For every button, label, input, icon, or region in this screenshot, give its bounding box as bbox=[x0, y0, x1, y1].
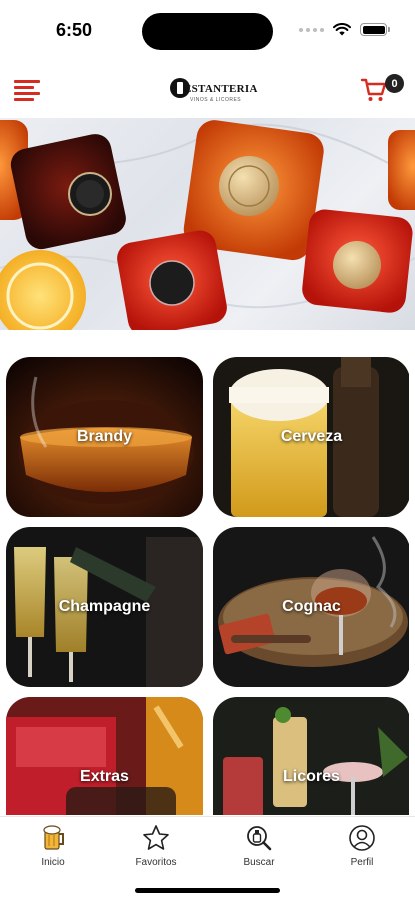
category-label: Brandy bbox=[76, 428, 133, 445]
category-card-extras[interactable]: Extras bbox=[6, 697, 203, 815]
home-indicator[interactable] bbox=[135, 888, 280, 893]
tab-label: Inicio bbox=[41, 857, 65, 868]
cart-count-badge: 0 bbox=[385, 74, 404, 93]
category-label: Cerveza bbox=[280, 428, 343, 445]
cart-icon bbox=[360, 78, 387, 101]
search-bottle-icon bbox=[247, 826, 272, 851]
category-label: Champagne bbox=[58, 598, 151, 615]
tab-inicio[interactable]: Inicio bbox=[13, 823, 93, 875]
liqueurs-photo bbox=[213, 697, 409, 815]
tab-buscar[interactable]: Buscar bbox=[219, 823, 299, 875]
status-bar: 6:50 bbox=[0, 0, 415, 62]
tab-perfil[interactable]: Perfil bbox=[322, 823, 402, 875]
beer-mug-icon bbox=[43, 825, 64, 850]
menu-button[interactable] bbox=[14, 80, 42, 102]
star-icon bbox=[143, 825, 169, 850]
whisky-bottles-photo bbox=[0, 120, 415, 330]
status-time: 6:50 bbox=[56, 20, 93, 40]
logo-title: ESTANTERIA bbox=[184, 83, 258, 95]
cocktails-photo bbox=[6, 697, 203, 815]
brand-logo[interactable]: ESTANTERIA VINOS & LICORES bbox=[168, 76, 257, 106]
wifi-icon bbox=[333, 23, 351, 36]
hero-banner-image bbox=[0, 118, 415, 330]
cart-button[interactable]: 0 bbox=[360, 72, 406, 106]
status-icons bbox=[299, 23, 390, 36]
bottom-tab-bar: Inicio Favoritos Buscar Perfil bbox=[0, 816, 415, 900]
tab-label: Buscar bbox=[243, 857, 275, 868]
category-card-champagne[interactable]: Champagne bbox=[6, 527, 203, 687]
tab-label: Perfil bbox=[350, 857, 374, 868]
tab-label: Favoritos bbox=[135, 857, 177, 868]
app-screen: 6:50 ESTANTERIA VINOS & LICORES 0 Brandy… bbox=[0, 0, 415, 900]
category-grid: Brandy Cerveza Champagne Cognac Extras L… bbox=[6, 357, 409, 815]
app-header: ESTANTERIA VINOS & LICORES 0 bbox=[0, 62, 415, 118]
category-label: Cognac bbox=[282, 598, 341, 615]
dynamic-island bbox=[142, 13, 273, 50]
category-card-cerveza[interactable]: Cerveza bbox=[213, 357, 409, 517]
cellular-icon bbox=[299, 27, 324, 32]
logo-subtitle: VINOS & LICORES bbox=[190, 97, 242, 103]
tab-favoritos[interactable]: Favoritos bbox=[116, 823, 196, 875]
category-card-brandy[interactable]: Brandy bbox=[6, 357, 203, 517]
category-label: Licores bbox=[283, 768, 340, 785]
category-card-cognac[interactable]: Cognac bbox=[213, 527, 409, 687]
battery-icon bbox=[360, 23, 390, 36]
category-label: Extras bbox=[80, 768, 129, 785]
category-card-licores[interactable]: Licores bbox=[213, 697, 409, 815]
user-icon bbox=[349, 825, 375, 851]
